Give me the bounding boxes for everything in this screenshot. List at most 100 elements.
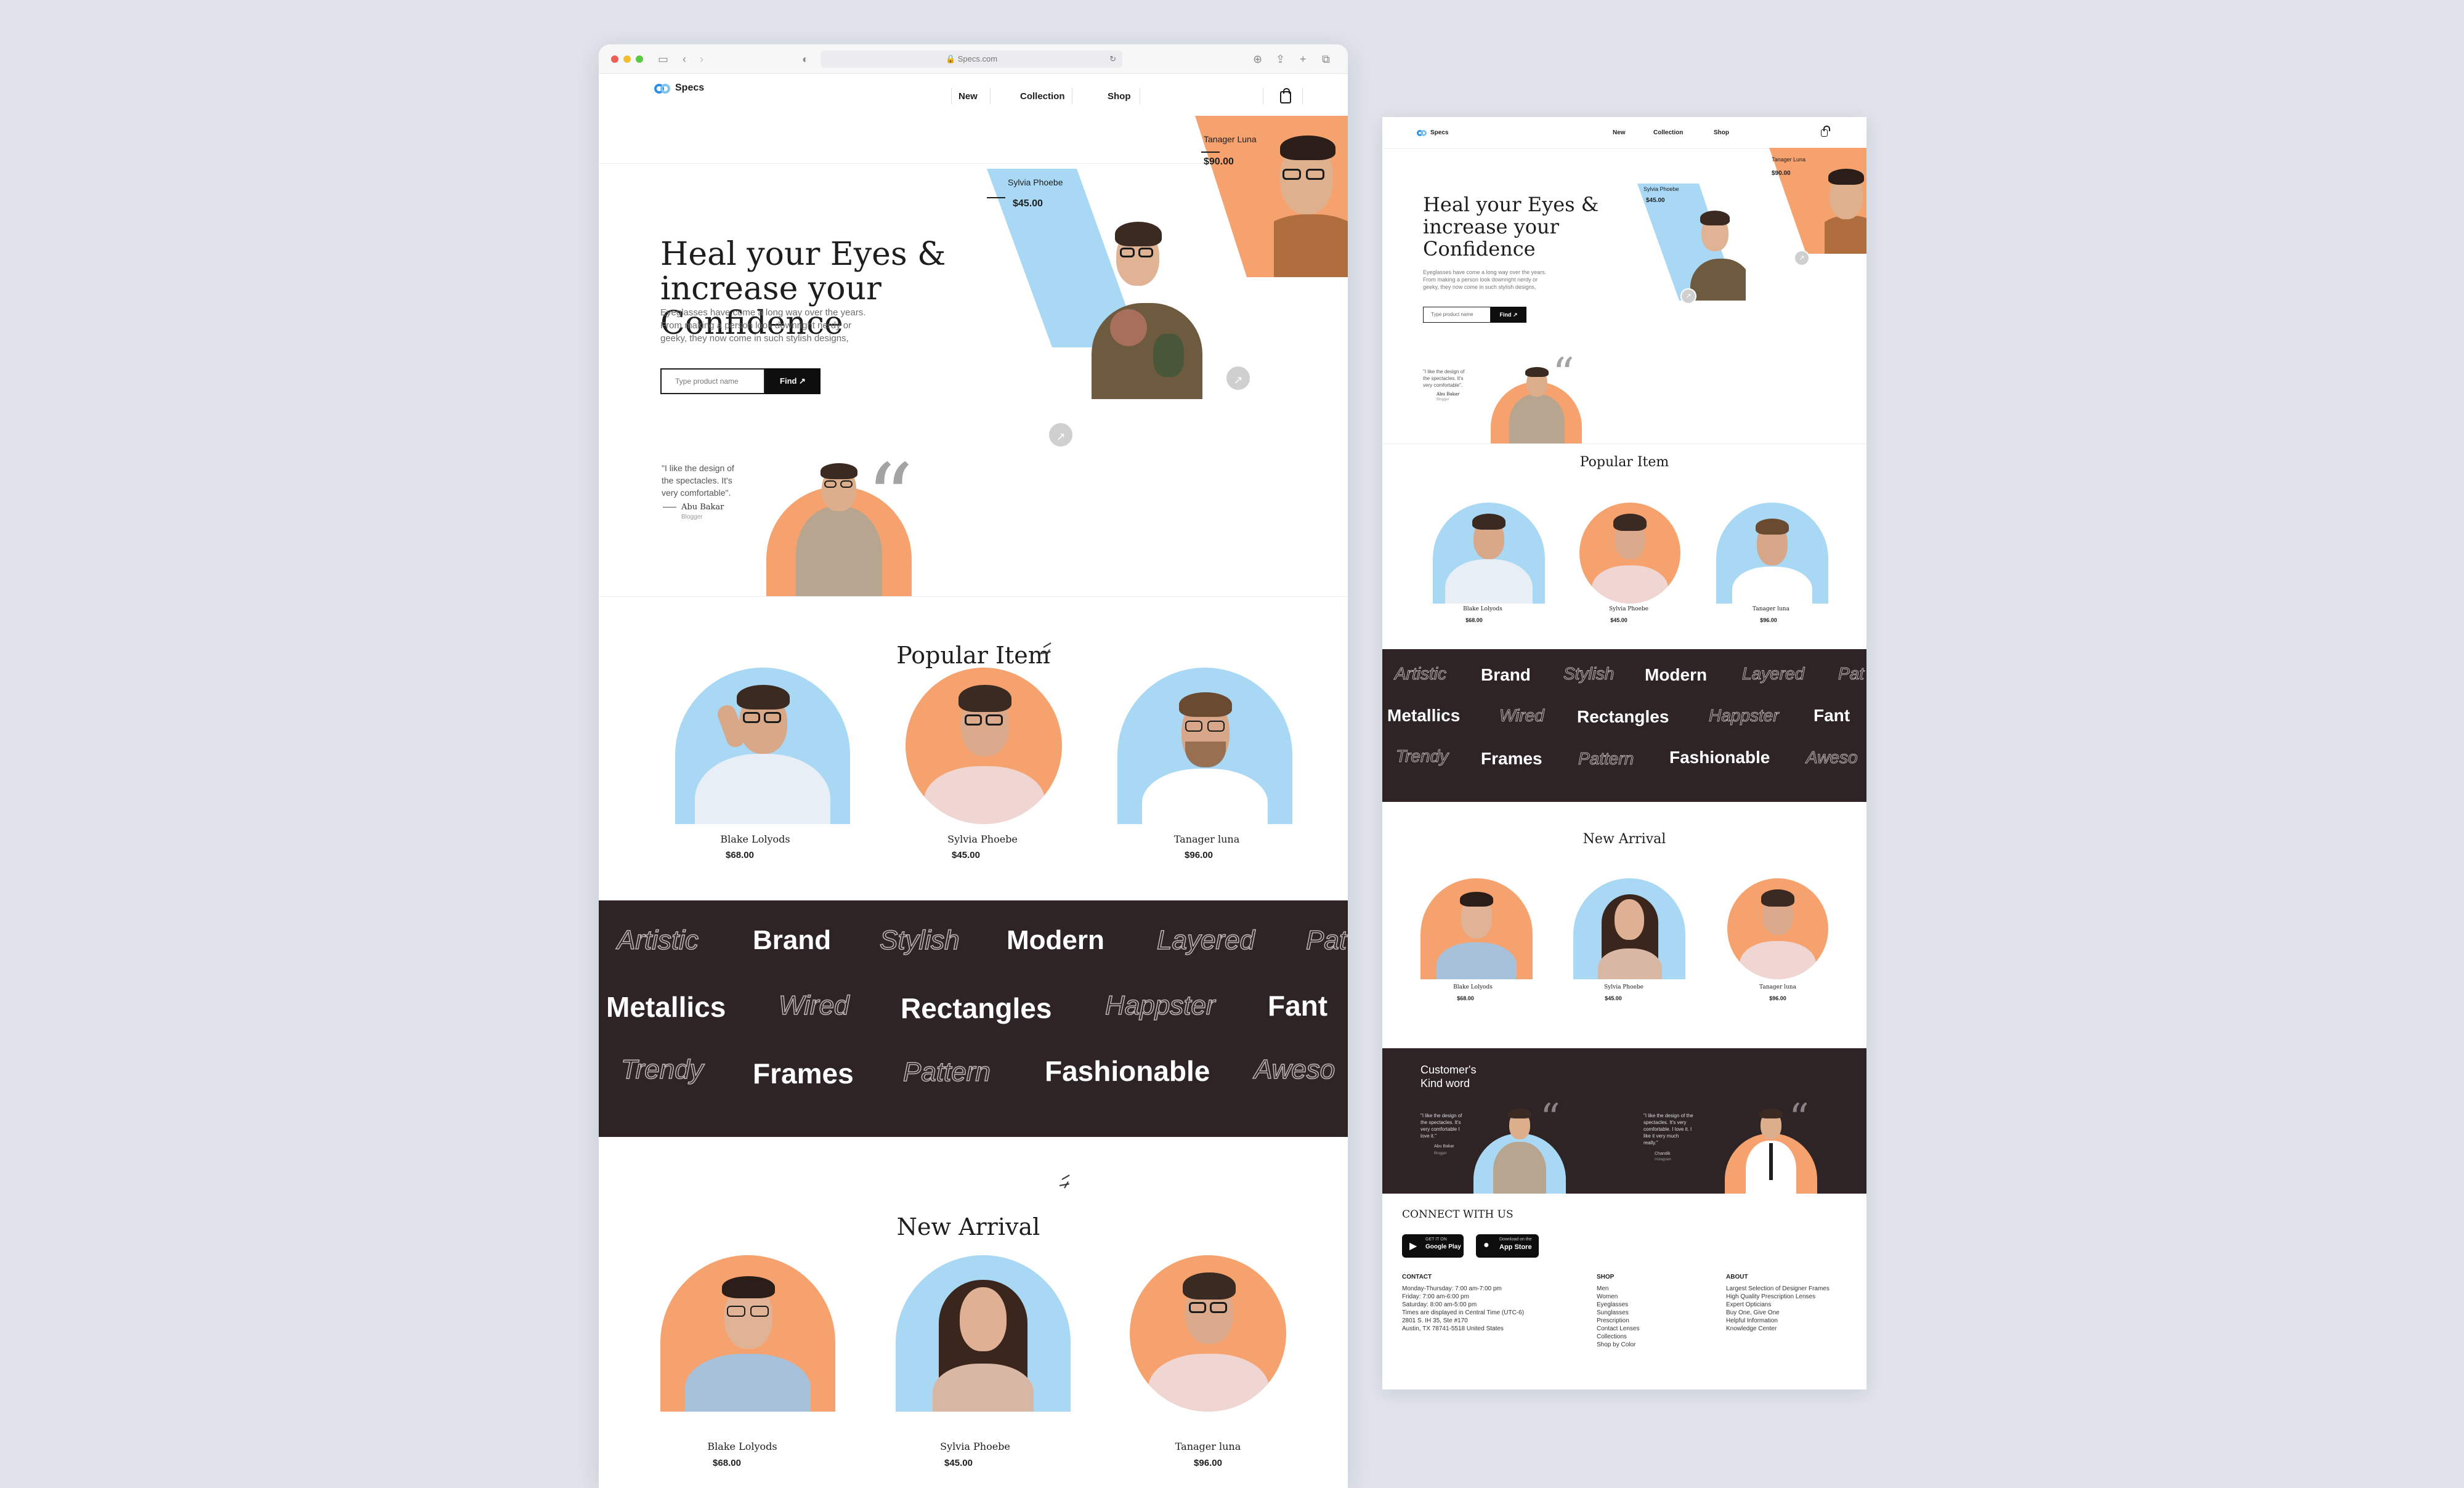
product-price: $45.00 — [952, 850, 980, 860]
mock-shopping-bag-icon[interactable] — [1821, 126, 1830, 137]
footer-link[interactable]: Largest Selection of Designer Frames — [1726, 1285, 1830, 1293]
mock-divider — [1382, 443, 1866, 444]
mock-testimonial-2-author: Chandik — [1655, 1152, 1671, 1156]
mock-brand: Specs — [1430, 129, 1449, 136]
mock-quote-role: Blogger — [1437, 398, 1449, 402]
product-card-image[interactable] — [896, 1255, 1071, 1412]
mock-quote-mark-icon: “ — [1789, 1096, 1809, 1141]
share-icon[interactable]: ⇪ — [1276, 52, 1285, 66]
footer-link[interactable]: Eyeglasses — [1597, 1301, 1640, 1309]
lock-icon: 🔒 — [945, 54, 956, 63]
google-play-button[interactable]: ▶ GET IT ON Google Play — [1402, 1234, 1464, 1258]
mock-product-image[interactable] — [1573, 878, 1685, 979]
mock-find-button[interactable]: Find ↗ — [1491, 307, 1526, 323]
nav-shop[interactable]: Shop — [1108, 91, 1131, 102]
mock-nav-new[interactable]: New — [1613, 129, 1626, 136]
product-search-input[interactable]: Type product name — [660, 368, 765, 394]
sidebar-toggle-icon[interactable]: ▭ — [658, 52, 668, 66]
app-store-button[interactable]: ● Download on the App Store — [1476, 1234, 1539, 1258]
mock-product-image[interactable] — [1579, 503, 1680, 604]
footer-link[interactable]: Contact Lenses — [1597, 1325, 1640, 1333]
reload-icon[interactable]: ↻ — [1109, 51, 1116, 68]
footer-link[interactable]: Prescription — [1597, 1317, 1640, 1325]
mock-product-name[interactable]: Sylvia Phoebe — [1579, 606, 1678, 612]
keyword: Fant — [1268, 990, 1328, 1022]
product-card-image[interactable] — [675, 668, 850, 824]
zoom-window-button[interactable] — [636, 55, 643, 63]
footer-link[interactable]: Expert Opticians — [1726, 1301, 1830, 1309]
mock-product-image[interactable] — [1420, 878, 1533, 979]
product-name[interactable]: Blake Lolyods — [675, 833, 835, 845]
hero-card-orange-arrow-button[interactable]: ↗ — [1225, 365, 1252, 392]
mock-product-name[interactable]: Tanager luna — [1733, 984, 1822, 990]
product-name[interactable]: Blake Lolyods — [660, 1441, 824, 1452]
shopping-bag-icon[interactable] — [1280, 88, 1291, 103]
footer-link[interactable]: High Quality Prescription Lenses — [1726, 1293, 1830, 1301]
product-name[interactable]: Sylvia Phoebe — [896, 1441, 1055, 1452]
product-card-image[interactable] — [660, 1255, 835, 1412]
keyword: Stylish — [879, 924, 960, 956]
hero-card-blue-arrow-button[interactable]: ↗ — [1047, 421, 1074, 448]
mock-card-orange-arrow-button[interactable]: ↗ — [1794, 250, 1810, 266]
mock-card-blue-name: Sylvia Phoebe — [1643, 186, 1679, 192]
keyword: Fashionable — [1045, 1055, 1210, 1087]
mock-popular-title: Popular Item — [1579, 455, 1669, 470]
mock-product-price: $45.00 — [1605, 995, 1622, 1001]
hero-card-blue-name: Sylvia Phoebe — [1008, 177, 1063, 187]
download-icon[interactable]: ⊕ — [1253, 52, 1262, 66]
footer-link[interactable]: Shop by Color — [1597, 1341, 1640, 1349]
product-card-image[interactable] — [1117, 668, 1292, 824]
footer-link[interactable]: Men — [1597, 1285, 1640, 1293]
mock-nav-shop[interactable]: Shop — [1714, 129, 1729, 136]
keyword: Artistic — [617, 924, 699, 956]
nav-new[interactable]: New — [958, 91, 978, 102]
mock-product-image[interactable] — [1727, 878, 1828, 979]
mock-hero-model-orange — [1825, 148, 1866, 254]
nav-collection[interactable]: Collection — [1020, 91, 1065, 102]
mock-product-name[interactable]: Tanager luna — [1730, 606, 1812, 612]
back-icon[interactable]: ‹ — [683, 52, 686, 66]
mock-product-price: $96.00 — [1769, 995, 1786, 1001]
brand-logo[interactable]: Specs — [654, 74, 722, 101]
forward-icon[interactable]: › — [700, 52, 703, 66]
keyword: Metallics — [606, 991, 726, 1023]
nav-divider — [990, 88, 991, 104]
footer-link[interactable]: Helpful Information — [1726, 1317, 1830, 1325]
product-name[interactable]: Tanager luna — [1142, 1441, 1274, 1452]
footer-link[interactable]: Collections — [1597, 1333, 1640, 1341]
product-card-image[interactable] — [906, 668, 1062, 824]
mock-product-price: $68.00 — [1465, 617, 1483, 623]
mock-search-input[interactable]: Type product name — [1423, 307, 1491, 323]
style-keywords-band: Artistic Brand Stylish Modern Layered Pa… — [599, 900, 1348, 1137]
tabs-overview-icon[interactable]: ⧉ — [1322, 52, 1330, 66]
footer-link[interactable]: Buy One, Give One — [1726, 1309, 1830, 1317]
product-card-image[interactable] — [1130, 1255, 1286, 1412]
mock-product-name[interactable]: Sylvia Phoebe — [1573, 984, 1674, 990]
mock-card-blue-arrow-button[interactable]: ↗ — [1680, 288, 1696, 304]
mock-product-image[interactable] — [1433, 503, 1545, 604]
specs-logo-icon-secondary — [1420, 130, 1427, 136]
product-name[interactable]: Tanager luna — [1142, 833, 1271, 845]
mock-nav-collection[interactable]: Collection — [1653, 129, 1683, 136]
footer-shop-heading: SHOP — [1597, 1274, 1615, 1280]
mock-product-name[interactable]: Blake Lolyods — [1420, 984, 1525, 990]
footer-link[interactable]: Women — [1597, 1293, 1640, 1301]
mock-product-image[interactable] — [1716, 503, 1828, 604]
new-tab-icon[interactable]: + — [1300, 52, 1307, 66]
product-name[interactable]: Sylvia Phoebe — [906, 833, 1060, 845]
shield-icon[interactable]: ◐ — [802, 52, 809, 66]
footer-about-heading: ABOUT — [1726, 1274, 1748, 1280]
product-price: $68.00 — [726, 850, 754, 860]
keyword: Pattern — [902, 1056, 991, 1088]
product-model — [896, 1255, 1071, 1412]
footer-link[interactable]: Sunglasses — [1597, 1309, 1640, 1317]
mock-header: Specs New Collection Shop — [1382, 117, 1866, 149]
find-button[interactable]: Find ↗ — [765, 368, 821, 394]
mock-product-name[interactable]: Blake Lolyods — [1433, 606, 1533, 612]
footer-link[interactable]: Knowledge Center — [1726, 1325, 1830, 1333]
product-price: $45.00 — [944, 1458, 973, 1468]
minimize-window-button[interactable] — [623, 55, 631, 63]
close-window-button[interactable] — [611, 55, 618, 63]
address-bar[interactable]: 🔒 Specs.com ↻ — [821, 51, 1122, 68]
specs-logo-icon-secondary — [660, 84, 670, 94]
